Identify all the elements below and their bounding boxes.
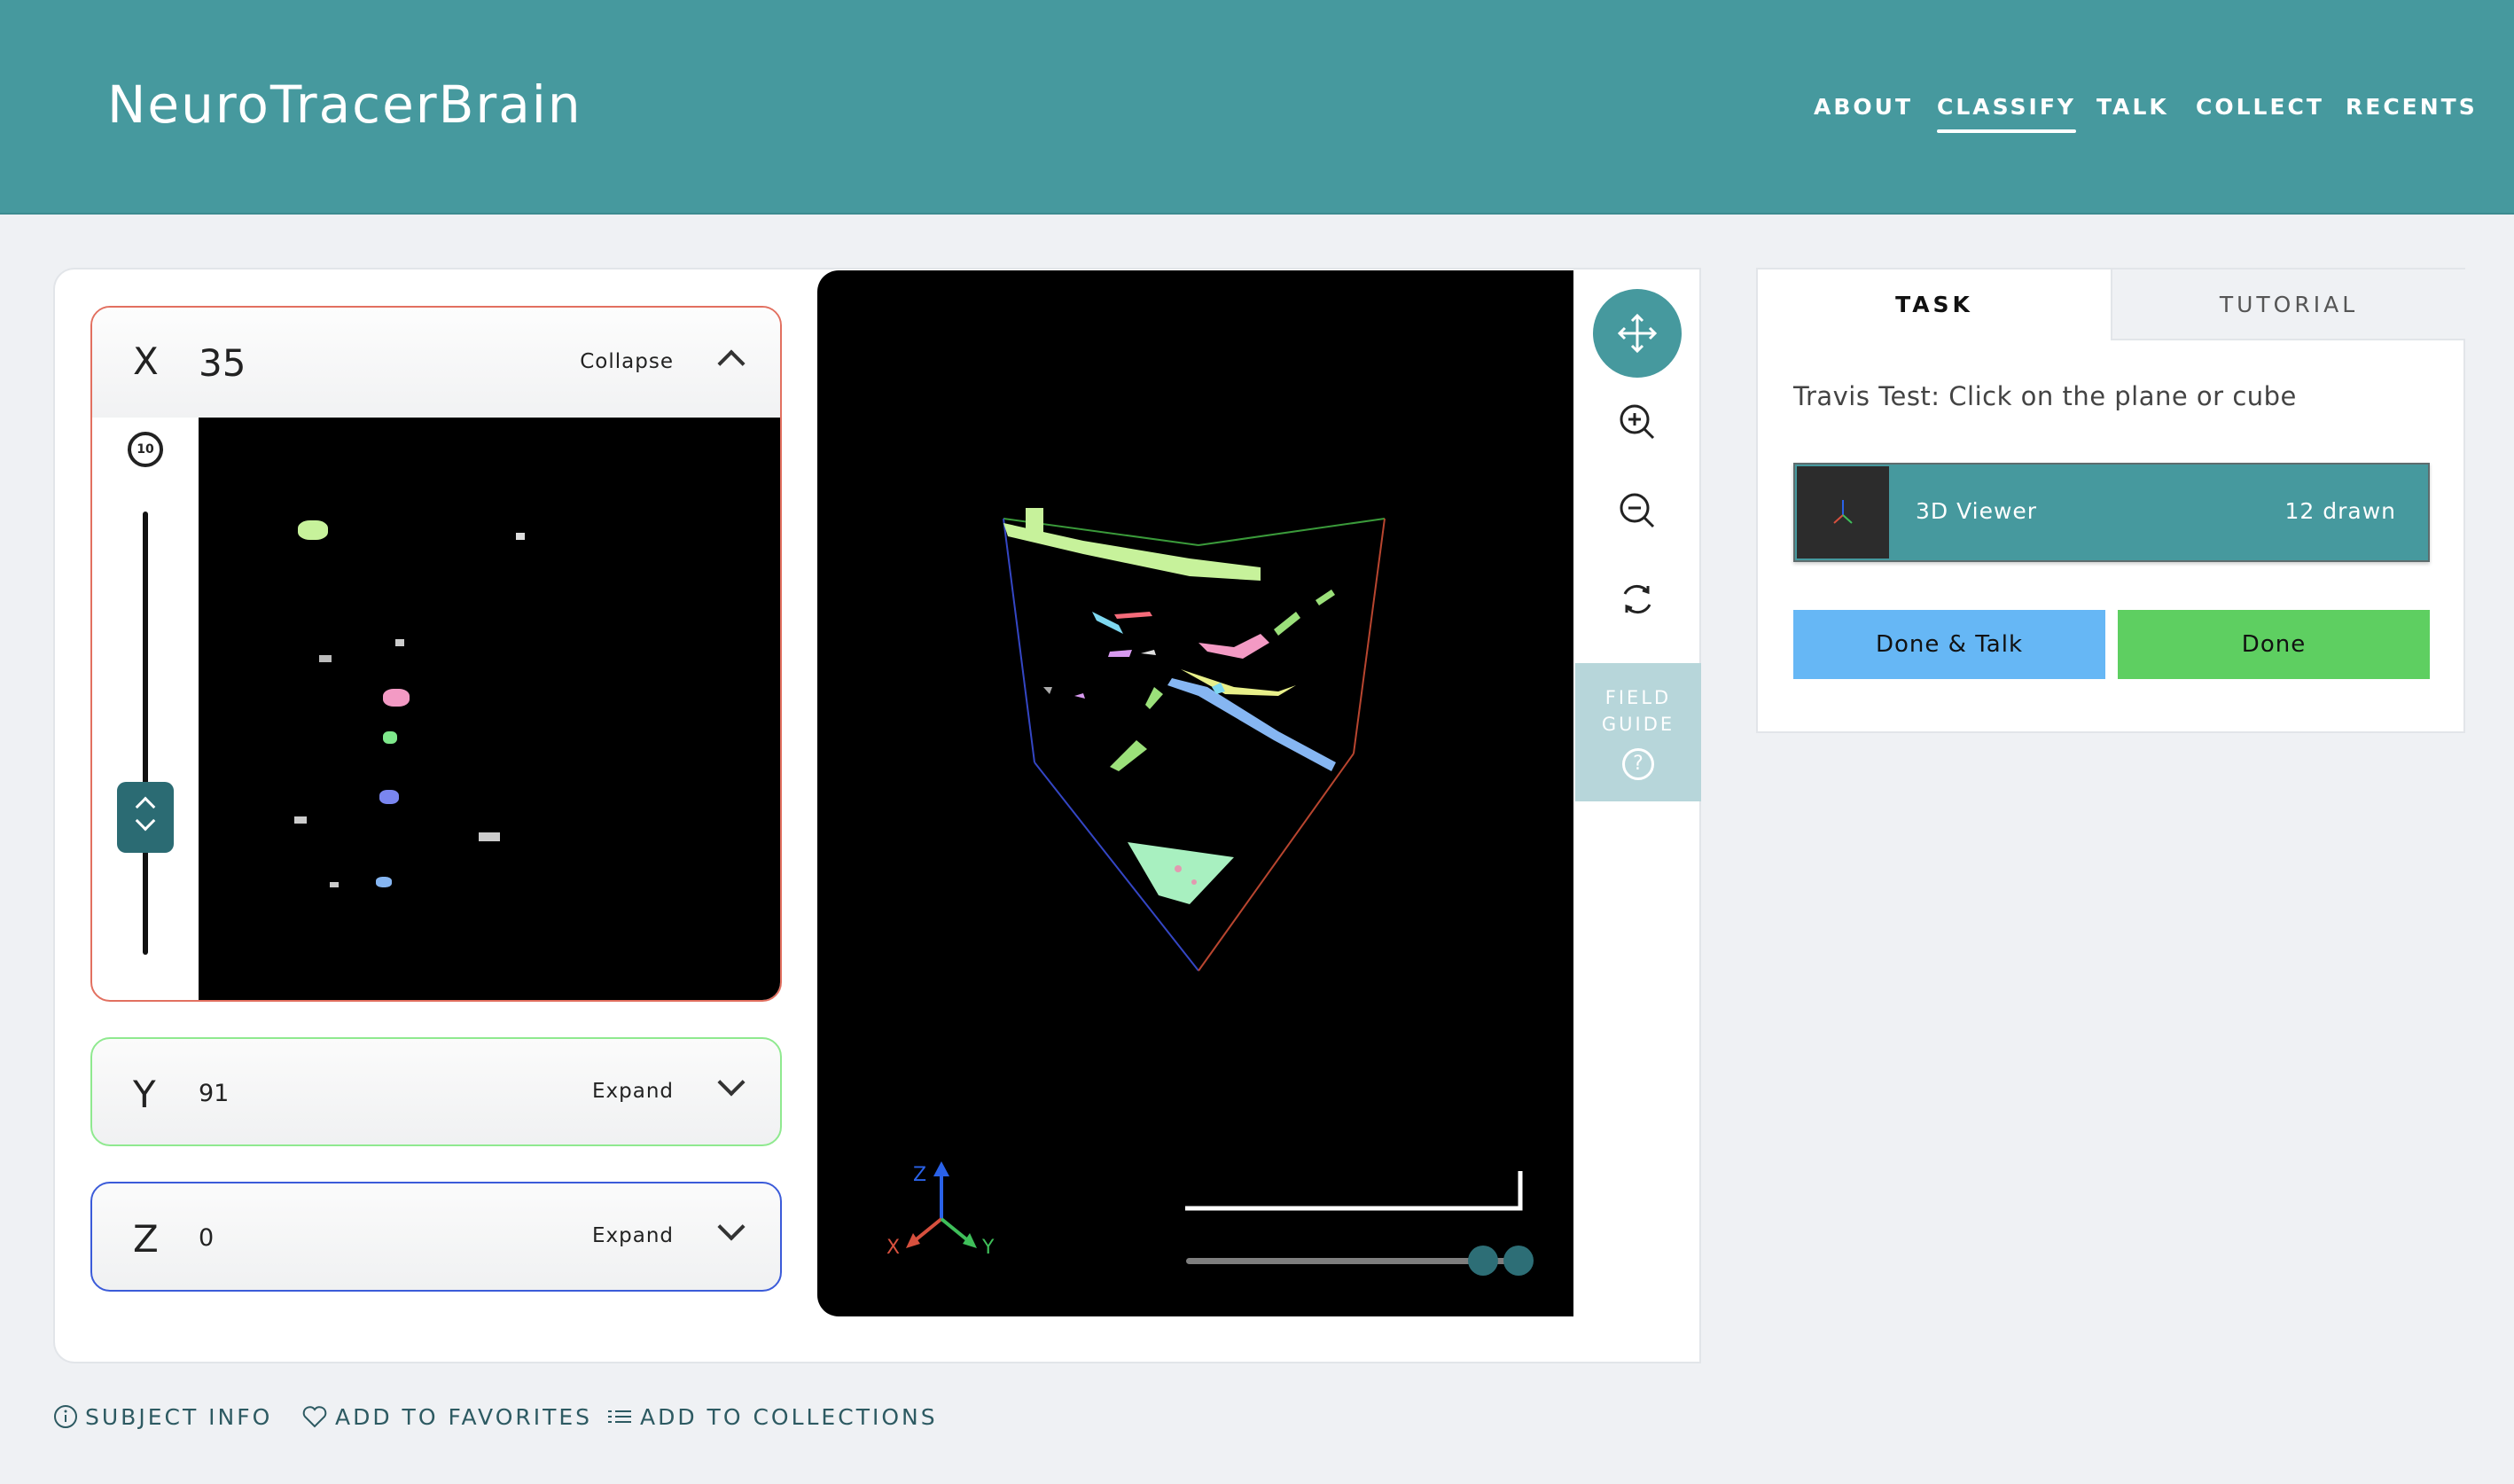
slice-slider-track[interactable] bbox=[143, 512, 148, 955]
subject-info-link[interactable]: SUBJECT INFO bbox=[53, 1404, 272, 1430]
plane-z-value: 0 bbox=[199, 1224, 215, 1252]
axis-z-label: Z bbox=[913, 1164, 927, 1186]
replay-10-icon[interactable]: 10 bbox=[128, 432, 163, 467]
plane-x-header[interactable]: X 35 Collapse bbox=[92, 308, 780, 418]
slice-segment bbox=[319, 655, 332, 662]
brand-logo[interactable]: NeuroTracerBrain bbox=[107, 74, 582, 135]
nav-recents[interactable]: RECENTS bbox=[2346, 94, 2478, 120]
add-to-collections-link[interactable]: ADD TO COLLECTIONS bbox=[606, 1404, 938, 1430]
task-instruction: Travis Test: Click on the plane or cube bbox=[1793, 381, 2297, 411]
axes-icon bbox=[1833, 500, 1853, 524]
field-guide-label-2: GUIDE bbox=[1601, 714, 1675, 735]
nav-classify[interactable]: CLASSIFY bbox=[1937, 94, 2076, 133]
site-header: NeuroTracerBrain ABOUT CLASSIFY TALK COL… bbox=[0, 0, 2514, 215]
plane-x-value: 35 bbox=[199, 341, 246, 385]
info-icon bbox=[54, 1405, 77, 1428]
move-icon bbox=[1617, 313, 1658, 354]
slice-segment bbox=[383, 731, 397, 744]
nav-talk[interactable]: TALK bbox=[2096, 94, 2169, 120]
collapse-button[interactable]: Collapse bbox=[580, 350, 674, 373]
plane-x-letter: X bbox=[133, 340, 159, 383]
nav-collect[interactable]: COLLECT bbox=[2196, 94, 2324, 120]
slice-segment bbox=[383, 689, 410, 707]
plane-z-panel[interactable]: Z 0 Expand bbox=[90, 1182, 782, 1292]
slice-segment bbox=[516, 533, 525, 540]
tool-name: 3D Viewer bbox=[1916, 498, 2038, 524]
plane-x-panel: X 35 Collapse 10 bbox=[90, 306, 782, 1002]
plane-y-letter: Y bbox=[133, 1073, 156, 1116]
slice-segment bbox=[330, 882, 339, 887]
field-guide-button[interactable]: FIELD GUIDE ? bbox=[1575, 663, 1701, 801]
plane-y-value: 91 bbox=[199, 1080, 230, 1107]
chevron-up-icon[interactable] bbox=[717, 349, 746, 378]
expand-button[interactable]: Expand bbox=[592, 1224, 674, 1247]
plane-z-letter: Z bbox=[133, 1217, 159, 1261]
slice-slider-handle[interactable] bbox=[117, 782, 174, 853]
zoom-in-icon bbox=[1620, 404, 1655, 440]
help-icon: ? bbox=[1622, 748, 1654, 780]
field-guide-label-1: FIELD bbox=[1604, 687, 1672, 708]
slice-segment bbox=[379, 790, 399, 804]
tool-thumbnail bbox=[1797, 466, 1889, 558]
move-tool-button[interactable] bbox=[1593, 289, 1682, 378]
axis-x-label: X bbox=[886, 1237, 901, 1259]
rotate-icon bbox=[1623, 584, 1651, 614]
cube-render[interactable] bbox=[817, 270, 1573, 1316]
zoom-out-icon bbox=[1620, 493, 1655, 528]
axis-y-label: Y bbox=[982, 1237, 995, 1259]
favorites-label: ADD TO FAVORITES bbox=[335, 1404, 593, 1430]
plane-x-slice-view[interactable] bbox=[199, 418, 780, 1000]
zoom-in-button[interactable] bbox=[1593, 378, 1682, 466]
add-to-favorites-link[interactable]: ADD TO FAVORITES bbox=[301, 1404, 592, 1430]
range-slider-min-knob[interactable] bbox=[1468, 1246, 1498, 1276]
chevron-down-icon[interactable] bbox=[717, 1068, 746, 1097]
chevron-down-icon bbox=[135, 810, 156, 832]
slice-segment bbox=[376, 877, 392, 887]
done-and-talk-button[interactable]: Done & Talk bbox=[1793, 610, 2105, 679]
heart-icon bbox=[302, 1406, 327, 1428]
tab-tutorial[interactable]: TUTORIAL bbox=[2111, 269, 2465, 340]
tool-count: 12 drawn bbox=[2284, 498, 2396, 524]
drawing-tool-3d-viewer[interactable]: 3D Viewer 12 drawn bbox=[1793, 463, 2430, 562]
collections-label: ADD TO COLLECTIONS bbox=[640, 1404, 938, 1430]
slice-segment bbox=[298, 520, 328, 540]
slice-segment bbox=[479, 832, 500, 841]
viewer-toolbar: FIELD GUIDE ? bbox=[1575, 268, 1701, 1363]
plane-y-panel[interactable]: Y 91 Expand bbox=[90, 1037, 782, 1146]
subject-info-label: SUBJECT INFO bbox=[85, 1404, 273, 1430]
task-panel: TASK TUTORIAL Travis Test: Click on the … bbox=[1756, 268, 2465, 733]
done-button[interactable]: Done bbox=[2118, 610, 2430, 679]
viewer-3d[interactable]: Z X Y bbox=[817, 270, 1573, 1316]
range-slider-max-knob[interactable] bbox=[1503, 1246, 1534, 1276]
nav-about[interactable]: ABOUT bbox=[1814, 94, 1913, 120]
expand-button[interactable]: Expand bbox=[592, 1080, 674, 1103]
slice-segment bbox=[395, 639, 404, 646]
reset-view-button[interactable] bbox=[1593, 555, 1682, 644]
tab-task[interactable]: TASK bbox=[1758, 269, 2111, 340]
chevron-down-icon[interactable] bbox=[717, 1213, 746, 1241]
slice-segment bbox=[294, 816, 307, 824]
zoom-out-button[interactable] bbox=[1593, 466, 1682, 555]
list-icon bbox=[608, 1410, 631, 1423]
